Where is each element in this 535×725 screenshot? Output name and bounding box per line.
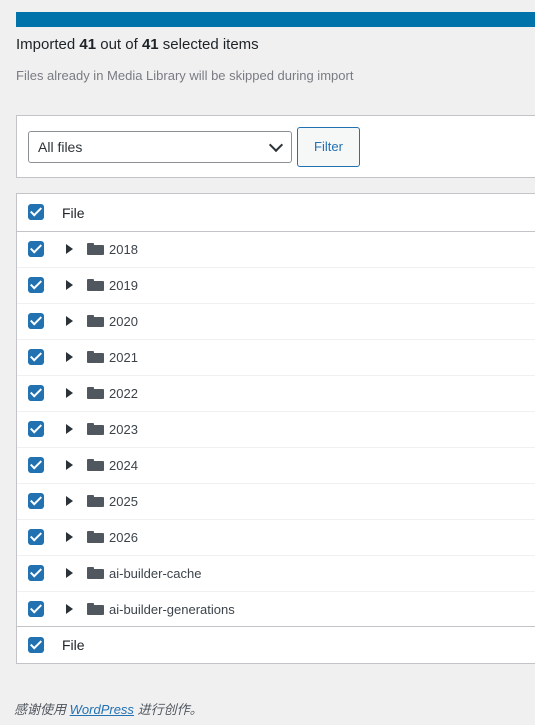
footer-prefix: 感谢使用 xyxy=(14,702,67,717)
admin-footer: 感谢使用 WordPress 进行创作。 xyxy=(14,699,203,718)
row-checkbox[interactable] xyxy=(28,457,44,473)
total-count: 41 xyxy=(141,36,159,53)
folder-name: ai-builder-generations xyxy=(109,602,235,617)
folder-name: 2024 xyxy=(109,458,138,473)
row-checkbox[interactable] xyxy=(28,313,44,329)
folder-icon xyxy=(87,423,104,435)
table-row: 2025 xyxy=(17,483,535,520)
row-checkbox[interactable] xyxy=(28,349,44,365)
table-row: 2022 xyxy=(17,375,535,412)
row-checkbox[interactable] xyxy=(28,601,44,617)
expand-arrow-icon[interactable] xyxy=(66,388,73,398)
row-checkbox[interactable] xyxy=(28,565,44,581)
table-row: 2018 xyxy=(17,231,535,268)
row-checkbox[interactable] xyxy=(28,241,44,257)
imported-count: 41 xyxy=(79,36,97,53)
wordpress-link[interactable]: WordPress xyxy=(70,702,134,717)
status-prefix: Imported xyxy=(16,36,76,53)
expand-arrow-icon[interactable] xyxy=(66,460,73,470)
expand-arrow-icon[interactable] xyxy=(66,568,73,578)
expand-arrow-icon[interactable] xyxy=(66,424,73,434)
column-header-file: File xyxy=(62,205,85,221)
folder-icon xyxy=(87,315,104,327)
import-status: Imported 41 out of 41 selected items xyxy=(16,36,259,53)
table-row: 2024 xyxy=(17,447,535,484)
folder-name: 2023 xyxy=(109,422,138,437)
row-checkbox[interactable] xyxy=(28,529,44,545)
table-footer: File xyxy=(17,626,535,664)
folder-icon xyxy=(87,459,104,471)
folder-name: ai-builder-cache xyxy=(109,566,202,581)
row-checkbox[interactable] xyxy=(28,277,44,293)
folder-icon xyxy=(87,495,104,507)
expand-arrow-icon[interactable] xyxy=(66,244,73,254)
table-row: 2026 xyxy=(17,519,535,556)
folder-icon xyxy=(87,279,104,291)
table-row: 2023 xyxy=(17,411,535,448)
folder-icon xyxy=(87,243,104,255)
folder-name: 2018 xyxy=(109,242,138,257)
folder-icon xyxy=(87,531,104,543)
folder-name: 2025 xyxy=(109,494,138,509)
status-middle: out of xyxy=(100,36,138,53)
folder-icon xyxy=(87,351,104,363)
expand-arrow-icon[interactable] xyxy=(66,316,73,326)
table-row: ai-builder-cache xyxy=(17,555,535,592)
folder-name: 2022 xyxy=(109,386,138,401)
expand-arrow-icon[interactable] xyxy=(66,496,73,506)
table-header: File xyxy=(17,194,535,232)
filter-bar: All files Filter xyxy=(16,115,535,178)
folder-icon xyxy=(87,603,104,615)
folder-name: 2020 xyxy=(109,314,138,329)
expand-arrow-icon[interactable] xyxy=(66,280,73,290)
row-checkbox[interactable] xyxy=(28,421,44,437)
skip-note: Files already in Media Library will be s… xyxy=(16,68,354,83)
table-row: 2019 xyxy=(17,267,535,304)
table-row: 2021 xyxy=(17,339,535,376)
folder-name: 2021 xyxy=(109,350,138,365)
file-type-select[interactable]: All files xyxy=(28,131,292,163)
select-value: All files xyxy=(38,139,83,155)
select-all-checkbox[interactable] xyxy=(28,204,44,220)
folder-name: 2019 xyxy=(109,278,138,293)
folder-name: 2026 xyxy=(109,530,138,545)
column-footer-file: File xyxy=(62,637,85,653)
status-suffix: selected items xyxy=(162,36,259,53)
footer-suffix: 进行创作。 xyxy=(137,702,203,717)
select-all-checkbox-footer[interactable] xyxy=(28,637,44,653)
folder-icon xyxy=(87,387,104,399)
table-row: ai-builder-generations xyxy=(17,591,535,627)
file-table: File 2018 2019 2020 2021 2022 2023 2024 2025 202… xyxy=(16,193,535,664)
table-row: 2020 xyxy=(17,303,535,340)
expand-arrow-icon[interactable] xyxy=(66,532,73,542)
chevron-down-icon xyxy=(268,137,284,153)
filter-button[interactable]: Filter xyxy=(297,127,360,167)
expand-arrow-icon[interactable] xyxy=(66,352,73,362)
folder-icon xyxy=(87,567,104,579)
expand-arrow-icon[interactable] xyxy=(66,604,73,614)
import-progress-bar xyxy=(16,12,535,27)
row-checkbox[interactable] xyxy=(28,385,44,401)
row-checkbox[interactable] xyxy=(28,493,44,509)
